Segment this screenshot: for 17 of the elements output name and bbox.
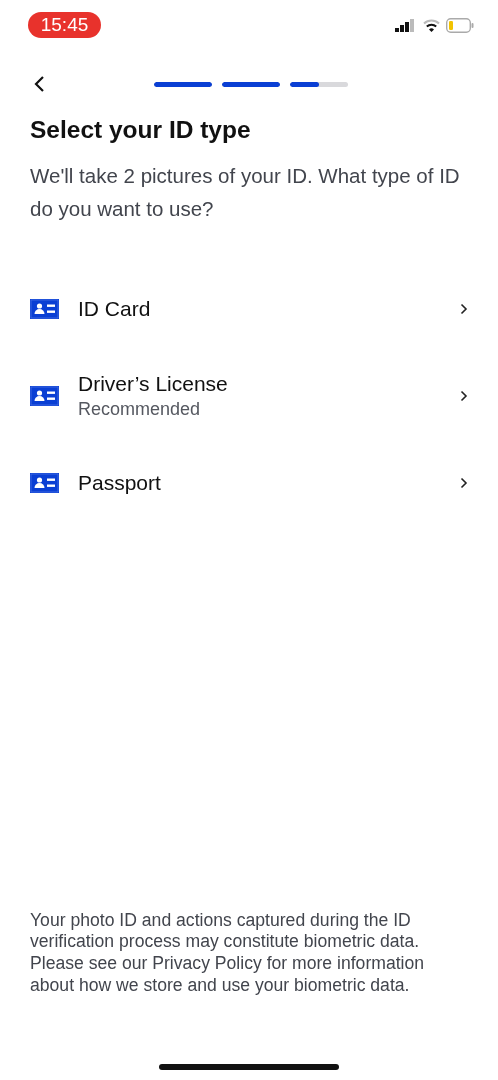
id-card-icon xyxy=(30,299,59,319)
page-subtitle: We'll take 2 pictures of your ID. What type of ID do you want to use? xyxy=(29,163,461,222)
id-card-icon xyxy=(30,386,59,406)
id-type-option[interactable]: ID Card xyxy=(0,297,498,321)
chevron-right-icon xyxy=(460,390,468,402)
biometric-notice: Your photo ID and actions captured during the ID verification process may constitute biometric data. Please see our Privacy Policy for more information about how we store and use your biometric data. xyxy=(29,909,426,997)
chevron-right-icon xyxy=(460,303,468,315)
battery-icon xyxy=(446,17,474,33)
chevron-right-icon xyxy=(460,477,468,489)
id-card-icon xyxy=(30,473,59,493)
status-time: 15:45 xyxy=(28,12,101,38)
signal-icon xyxy=(395,18,417,32)
wifi-icon xyxy=(423,18,440,32)
id-type-option[interactable]: Passport xyxy=(0,471,498,495)
page-title: Select your ID type xyxy=(29,115,252,145)
id-type-option[interactable]: Driver’s License Recommended xyxy=(0,372,498,420)
option-note: Recommended xyxy=(78,399,202,420)
